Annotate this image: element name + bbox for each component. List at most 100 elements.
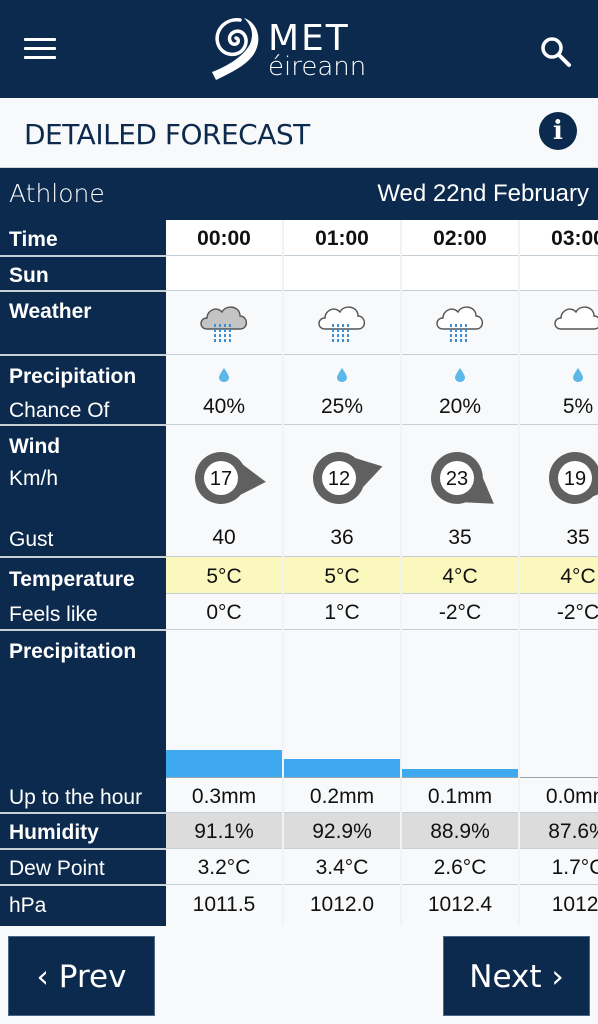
page-title: DETAILED FORECAST	[24, 118, 310, 151]
wind-cell: 17 40	[166, 425, 282, 557]
raindrop-icon	[219, 368, 229, 382]
label-weather: Weather	[9, 300, 92, 323]
hour-column: 01:00 25% 12 36 5°C 1°C 0.2mm 92.9% 3.4°…	[284, 220, 402, 926]
precipitation-chart-cell	[166, 630, 282, 778]
pressure-cell: 1012.0	[284, 885, 400, 926]
precipitation-chart-cell	[520, 630, 598, 778]
label-feels-like: Feels like	[9, 603, 98, 626]
wind-direction-icon: 12	[313, 452, 383, 504]
spiral-logo-icon	[212, 18, 259, 80]
sun-cell	[166, 256, 282, 291]
app-header: MET éireann	[0, 0, 598, 98]
temperature-cell: 5°C	[166, 557, 282, 594]
label-pressure: hPa	[9, 894, 47, 917]
label-precipitation-amount: Precipitation	[9, 640, 137, 663]
row-labels: Time Sun Weather Precipitation Chance Of…	[0, 220, 166, 926]
weather-cell	[166, 291, 282, 355]
precipitation-amount: 0.2mm	[284, 778, 400, 813]
precipitation-cell: 25%	[284, 355, 400, 425]
divider	[0, 424, 166, 426]
raindrop-icon	[573, 368, 583, 382]
label-chance-of: Chance Of	[9, 399, 110, 422]
label-wind-unit: Km/h	[9, 467, 59, 490]
label-time: Time	[9, 228, 58, 251]
precipitation-cell: 5%	[520, 355, 598, 425]
temperature-cell: 4°C	[520, 557, 598, 594]
label-precipitation: Precipitation	[9, 365, 137, 388]
hour-column: 03:00 5% 19 35	[520, 220, 598, 926]
wind-direction-icon: 17	[195, 452, 266, 504]
humidity-cell: 92.9%	[284, 813, 400, 849]
temperature-cell: 4°C	[402, 557, 518, 594]
humidity-cell: 91.1%	[166, 813, 282, 849]
sun-cell	[402, 256, 518, 291]
wind-cell: 12 36	[284, 425, 400, 557]
divider	[0, 255, 166, 257]
cloud-rain-icon	[318, 306, 366, 342]
divider	[0, 354, 166, 356]
wind-gust: 40	[212, 526, 236, 549]
precipitation-chance: 20%	[438, 395, 482, 418]
weather-cell	[520, 291, 598, 355]
feels-like-cell: -2°C	[402, 594, 518, 630]
label-dew-point: Dew Point	[9, 857, 105, 880]
label-sun: Sun	[9, 264, 49, 287]
forecast-date: Wed 22nd February	[377, 180, 589, 207]
pressure-cell: 1011.5	[166, 885, 282, 926]
sun-cell	[284, 256, 400, 291]
humidity-cell: 88.9%	[402, 813, 518, 849]
divider	[0, 290, 166, 292]
precipitation-chart-cell	[402, 630, 518, 778]
label-up-to-hour: Up to the hour	[9, 786, 143, 809]
raindrop-icon	[337, 368, 347, 382]
precipitation-amount: 0.0mm	[520, 778, 598, 813]
dark-cloud-rain-icon	[200, 306, 248, 342]
humidity-cell: 87.6%	[520, 813, 598, 849]
divider	[0, 556, 166, 558]
precipitation-amount: 0.3mm	[166, 778, 282, 813]
wind-cell: 19 35	[520, 425, 598, 557]
feels-like-cell: 1°C	[284, 594, 400, 630]
next-button[interactable]: Next ›	[443, 936, 590, 1016]
pressure-cell: 1012.4	[402, 885, 518, 926]
location-bar: Athlone Wed 22nd February	[0, 168, 598, 220]
title-bar: DETAILED FORECAST	[0, 98, 598, 168]
precipitation-cell: 40%	[166, 355, 282, 425]
hamburger-menu-icon[interactable]	[24, 38, 56, 62]
svg-text:12: 12	[328, 468, 350, 490]
logo-text-eireann: éireann	[268, 52, 367, 82]
weather-cell	[402, 291, 518, 355]
hour-time: 01:00	[284, 220, 400, 256]
label-gust: Gust	[9, 528, 54, 551]
hour-column: 00:00 40% 17 40 5°C 0°C 0.3mm 91.1% 3.2°…	[166, 220, 284, 926]
feels-like-cell: 0°C	[166, 594, 282, 630]
hour-column: 02:00 20% 23 35 4°C -2°C 0.1mm 88.9% 2.6…	[402, 220, 520, 926]
precipitation-chance: 25%	[320, 395, 364, 418]
prev-button[interactable]: ‹ Prev	[8, 936, 155, 1016]
cloud-rain-icon	[436, 306, 484, 342]
hour-time: 03:00	[520, 220, 598, 256]
wind-gust: 35	[448, 526, 472, 549]
precipitation-chart-cell	[284, 630, 400, 778]
feels-like-cell: -2°C	[520, 594, 598, 630]
cloud-icon	[554, 306, 598, 330]
label-humidity: Humidity	[9, 821, 99, 844]
precipitation-bar	[284, 759, 400, 778]
hour-time: 00:00	[166, 220, 282, 256]
svg-text:17: 17	[210, 468, 232, 490]
forecast-grid[interactable]: 00:00 40% 17 40 5°C 0°C 0.3mm 91.1% 3.2°…	[166, 220, 598, 926]
met-eireann-logo[interactable]: MET éireann	[210, 14, 390, 86]
wind-direction-icon: 23	[431, 452, 494, 504]
precipitation-chance: 40%	[202, 395, 246, 418]
divider	[0, 629, 166, 631]
info-icon[interactable]: i	[539, 112, 577, 150]
pressure-cell: 1012.	[520, 885, 598, 926]
wind-gust: 36	[330, 526, 354, 549]
label-wind: Wind	[9, 435, 61, 458]
dew-point-cell: 2.6°C	[402, 849, 518, 885]
temperature-cell: 5°C	[284, 557, 400, 594]
dew-point-cell: 3.4°C	[284, 849, 400, 885]
wind-direction-icon: 19	[549, 452, 598, 504]
divider	[0, 812, 166, 814]
search-icon[interactable]	[538, 34, 574, 70]
